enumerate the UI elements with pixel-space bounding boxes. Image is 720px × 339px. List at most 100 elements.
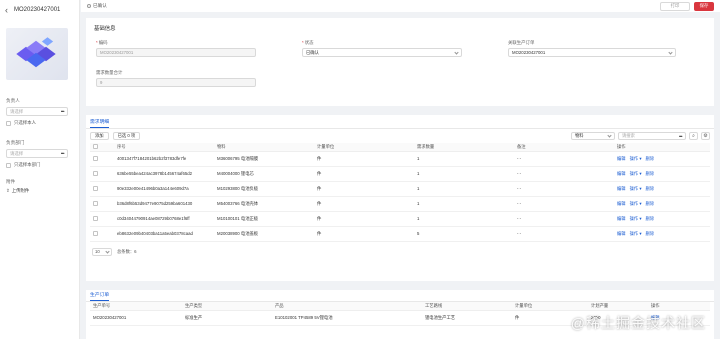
code-field: *编码 MO20230427001 [96, 40, 256, 57]
delete-link[interactable]: 删除 [646, 156, 655, 161]
row-material: M40004000 锂电芯 [214, 166, 314, 182]
row-unit: 件 [314, 211, 414, 227]
row-id: c0d34044790914ae08729b0768e1f6ff [114, 211, 214, 227]
more-actions-link[interactable]: 操作 ▾ [630, 231, 642, 236]
selected-count-button[interactable]: 已选 0 项 [112, 132, 141, 140]
row-checkbox[interactable] [93, 215, 98, 221]
more-actions-link[interactable]: 操作 ▾ [630, 186, 642, 191]
total-qty-field: 需求数量合计 9 [96, 70, 256, 87]
upload-icon: ⇪ [6, 188, 10, 193]
table-row: 636be55bea424ac3978b145674af65d2 M400040… [90, 166, 710, 182]
gear-icon[interactable]: ⚙ [701, 132, 710, 140]
filter-field-select[interactable]: 物料 [571, 132, 615, 140]
order-number: MO20230427001 [14, 7, 61, 13]
col-header: 物料 [214, 143, 314, 152]
row-note: - - [514, 226, 614, 242]
code-label: 编码 [98, 40, 108, 45]
edit-link[interactable]: 编辑 [617, 231, 626, 236]
row-note: - - [514, 181, 614, 197]
checkbox-icon[interactable] [6, 120, 11, 126]
more-actions-link[interactable]: 操作 ▾ [630, 201, 642, 206]
row-checkbox[interactable] [93, 155, 98, 161]
total-qty-label: 需求数量合计 [96, 70, 123, 75]
checkbox-icon[interactable] [6, 162, 11, 168]
delete-link[interactable]: 删除 [646, 201, 655, 206]
row-checkbox[interactable] [93, 200, 98, 206]
search-icon[interactable]: ⌕ [689, 132, 698, 140]
row-checkbox[interactable] [93, 170, 98, 176]
row-unit: 件 [314, 166, 414, 182]
row-qty: 5 [414, 226, 514, 242]
total-count: 总条数：6 [117, 248, 137, 254]
select-self-label: 只选择本人 [14, 120, 36, 125]
basic-info-title: 基础信息 [94, 26, 116, 32]
page-size-select[interactable]: 10 [92, 247, 112, 256]
row-note: - - [514, 151, 614, 167]
edit-link[interactable]: 编辑 [617, 156, 626, 161]
tab-production-order[interactable]: 生产订单 [90, 291, 110, 301]
save-button[interactable]: 保存 [694, 1, 714, 11]
more-icon[interactable]: ••• [61, 109, 65, 114]
back-arrow-icon[interactable]: ‹ [5, 5, 8, 15]
tab-demand-detail[interactable]: 需求明细 [90, 118, 110, 128]
status-value: 已确认 [306, 49, 319, 55]
row-material: M10293800 电池负极 [214, 181, 314, 197]
table-row: c0d34044790914ae08729b0768e1f6ff M101001… [90, 211, 710, 227]
more-icon[interactable]: ••• [61, 151, 65, 156]
chevron-down-icon [668, 49, 673, 55]
status-select[interactable]: 已确认 [302, 48, 462, 57]
edit-link[interactable]: 编辑 [617, 186, 626, 191]
related-order-value: MO20230427001 [512, 50, 546, 55]
upload-label: 上传附件 [11, 188, 30, 193]
col-header: 计量单位 [512, 302, 588, 311]
edit-link[interactable]: 编辑 [617, 171, 626, 176]
delete-link[interactable]: 删除 [646, 171, 655, 176]
delete-link[interactable]: 删除 [646, 186, 655, 191]
more-icon[interactable]: ••• [679, 134, 683, 139]
row-material: M20038900 电池盖板 [214, 226, 314, 242]
upload-button[interactable]: ⇪ 上传附件 [6, 188, 73, 194]
prod-no: MO20230427001 [90, 310, 182, 326]
search-input[interactable]: 请搜索 ••• [618, 132, 686, 140]
col-header: 操作 [614, 143, 710, 152]
row-note: - - [514, 196, 614, 212]
app-root: ‹ MO20230427001 负责人 请选择 ••• 只选择本人 负责部门 请… [0, 0, 720, 339]
col-header: 序号 [114, 143, 214, 152]
demand-table: 序号 物料 计量单位 需求数量 备注 操作 4001347f7184201b62… [90, 143, 710, 242]
select-all-checkbox[interactable] [93, 143, 98, 149]
col-header: 操作 [648, 302, 710, 311]
edit-link[interactable]: 编辑 [617, 201, 626, 206]
dept-select[interactable]: 请选择 ••• [6, 149, 68, 158]
prod-product: E10102001 TP4589 5V锂电池 [272, 310, 422, 326]
row-unit: 件 [314, 226, 414, 242]
more-actions-link[interactable]: 操作 ▾ [630, 156, 642, 161]
edit-link[interactable]: 编辑 [617, 216, 626, 221]
chevron-down-icon [607, 133, 612, 138]
add-button[interactable]: 添加 [90, 132, 109, 140]
chevron-down-icon [105, 248, 110, 254]
row-unit: 件 [314, 151, 414, 167]
owner-select[interactable]: 请选择 ••• [6, 107, 68, 116]
delete-link[interactable]: 删除 [646, 231, 655, 236]
table-row: eb8632e09b40403ba11a5eab0378caad M200389… [90, 226, 710, 242]
status-tag: 已确认 [87, 3, 107, 9]
col-header: 生产类型 [182, 302, 272, 311]
row-checkbox[interactable] [93, 185, 98, 191]
delete-link[interactable]: 删除 [646, 216, 655, 221]
more-actions-link[interactable]: 操作 ▾ [630, 171, 642, 176]
print-button[interactable]: 打印 [660, 1, 690, 11]
row-id: eb8632e09b40403ba11a5eab0378caad [114, 226, 214, 242]
status-field: *状态 已确认 [302, 40, 462, 57]
top-bar: 已确认 打印 保存 [81, 0, 720, 12]
table-row: b36d8f6b53d9477e9075d259ba601430 M540037… [90, 196, 710, 212]
row-checkbox[interactable] [93, 230, 98, 236]
related-order-label: 关联生产订单 [508, 40, 535, 45]
more-actions-link[interactable]: 操作 ▾ [630, 216, 642, 221]
total-qty-input: 9 [96, 78, 256, 87]
col-header: 计划产量 [588, 302, 648, 311]
related-order-select[interactable]: MO20230427001 [508, 48, 676, 57]
dept-placeholder: 请选择 [10, 150, 24, 156]
row-material: M10100101 电池正极 [214, 211, 314, 227]
attachment-label: 附件 [6, 179, 16, 184]
code-value: MO20230427001 [100, 50, 134, 55]
